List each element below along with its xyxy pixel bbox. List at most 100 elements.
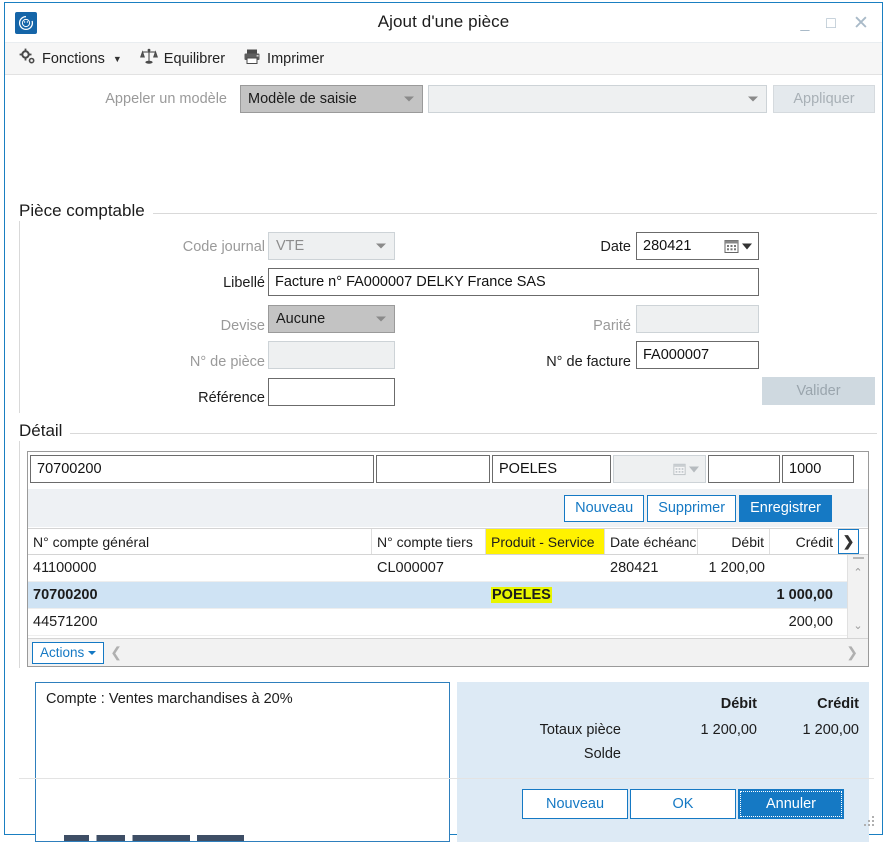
detail-group-divider: [19, 433, 877, 434]
chevron-down-icon: ▼: [113, 54, 122, 64]
cell-produit-service: [486, 555, 605, 581]
resize-grip[interactable]: [864, 816, 876, 828]
cell-date-echeance: [605, 609, 698, 635]
grid-nouveau-button[interactable]: Nouveau: [564, 495, 644, 522]
chevron-down-icon: [748, 97, 758, 102]
calendar-picker-button[interactable]: [724, 239, 752, 254]
apply-button[interactable]: Appliquer: [773, 85, 875, 113]
totals-debit-header: Débit: [721, 696, 757, 712]
footer-annuler-button[interactable]: Annuler: [738, 789, 844, 819]
calendar-icon: [724, 239, 739, 254]
chevron-down-icon: [742, 243, 752, 249]
edit-compte-general-input[interactable]: 70700200: [30, 455, 374, 483]
table-row[interactable]: 70700200 POELES 1 000,00: [28, 582, 847, 609]
numero-facture-input[interactable]: FA000007: [636, 341, 759, 369]
edit-date-echeance-input[interactable]: [613, 455, 706, 483]
footer-ok-button[interactable]: OK: [630, 789, 736, 819]
toolbar-equilibrer-label: Equilibrer: [164, 51, 225, 67]
column-header-date-echeance[interactable]: Date échéance: [605, 529, 698, 554]
code-journal-label: Code journal: [105, 239, 265, 255]
detail-grid-rows: 41100000 CL000007 280421 1 200,00 707002…: [28, 555, 847, 638]
piece-group-title: Pièce comptable: [19, 201, 153, 221]
detail-grid-buttons: Nouveau Supprimer Enregistrer: [28, 489, 868, 527]
toolbar-fonctions-button[interactable]: Fonctions ▼: [19, 48, 122, 69]
valider-button[interactable]: Valider: [762, 377, 875, 405]
detail-group-title: Détail: [19, 421, 70, 441]
numero-piece-label: N° de pièce: [125, 354, 265, 370]
toolbar-equilibrer-button[interactable]: Equilibrer: [140, 48, 225, 69]
edit-credit-input[interactable]: 1000: [782, 455, 854, 483]
parite-label: Parité: [505, 318, 631, 334]
model-select[interactable]: Modèle de saisie: [240, 85, 423, 113]
reference-input[interactable]: [268, 378, 395, 406]
model-name-select[interactable]: [428, 85, 767, 113]
taskbar-hint: [64, 835, 244, 841]
libelle-input[interactable]: Facture n° FA000007 DELKY France SAS: [268, 268, 759, 296]
totals-piece-label: Totaux pièce: [540, 722, 621, 738]
grid-footer: Actions ❮ ❯: [28, 638, 868, 666]
cell-compte-tiers: CL000007: [372, 555, 486, 581]
detail-grid-panel: 70700200 POELES: [27, 451, 869, 667]
devise-select[interactable]: Aucune: [268, 305, 395, 333]
cell-date-echeance: 280421: [605, 555, 698, 581]
minimize-button[interactable]: _: [792, 13, 818, 35]
detail-group-left-border: [19, 433, 20, 668]
scroll-up-icon[interactable]: ⌃: [848, 563, 868, 581]
cell-date-echeance: [605, 582, 698, 608]
title-bar: Ajout d'une pièce _ □ ✕: [5, 3, 882, 43]
chevron-down-icon: [376, 317, 386, 322]
scrollbar-thumb[interactable]: [853, 557, 864, 559]
toolbar: Fonctions ▼ Equilibrer: [5, 43, 882, 75]
grid-enregistrer-button[interactable]: Enregistrer: [739, 495, 832, 522]
column-header-compte-general[interactable]: N° compte général: [28, 529, 372, 554]
cell-produit-service-highlight: POELES: [491, 587, 552, 603]
edit-compte-tiers-input[interactable]: [376, 455, 490, 483]
reference-label: Référence: [125, 390, 265, 406]
date-input[interactable]: 280421: [636, 232, 759, 260]
scroll-left-icon[interactable]: ❮: [104, 644, 128, 661]
edit-produit-service-input[interactable]: POELES: [492, 455, 611, 483]
libelle-label: Libellé: [125, 275, 265, 291]
dialog-body: Appeler un modèle Modèle de saisie Appli…: [5, 75, 882, 834]
column-header-credit[interactable]: Crédit: [770, 529, 838, 554]
detail-edit-row: 70700200 POELES: [28, 452, 868, 486]
table-row[interactable]: 41100000 CL000007 280421 1 200,00: [28, 555, 847, 582]
scroll-down-icon[interactable]: ⌄: [848, 616, 868, 634]
column-header-debit[interactable]: Débit: [698, 529, 770, 554]
edit-debit-input[interactable]: [708, 455, 780, 483]
devise-value: Aucune: [276, 311, 325, 327]
window-title: Ajout d'une pièce: [5, 12, 882, 32]
actions-button-label: Actions: [40, 645, 84, 660]
scales-icon: [140, 48, 158, 69]
chevron-down-icon: [376, 244, 386, 249]
chevron-right-icon[interactable]: ❯: [838, 529, 859, 554]
table-row[interactable]: 44571200 200,00: [28, 609, 847, 636]
close-button[interactable]: ✕: [848, 13, 874, 35]
numero-piece-input[interactable]: [268, 341, 395, 369]
actions-button[interactable]: Actions: [32, 642, 104, 664]
totals-piece-debit: 1 200,00: [701, 722, 757, 738]
dialog-window: Ajout d'une pièce _ □ ✕ Fonctions: [4, 2, 883, 835]
toolbar-imprimer-button[interactable]: Imprimer: [243, 48, 324, 69]
column-header-produit-service[interactable]: Produit - Service: [486, 529, 605, 554]
grid-supprimer-button[interactable]: Supprimer: [647, 495, 736, 522]
scroll-right-icon[interactable]: ❯: [840, 644, 864, 661]
cell-credit: [770, 555, 838, 581]
model-select-value: Modèle de saisie: [248, 91, 357, 107]
cell-compte-general: 41100000: [28, 555, 372, 581]
toolbar-imprimer-label: Imprimer: [267, 51, 324, 67]
grid-vertical-scrollbar[interactable]: ⌃ ⌄: [847, 555, 868, 638]
column-header-compte-tiers[interactable]: N° compte tiers: [372, 529, 486, 554]
cell-debit: [698, 609, 770, 635]
totals-solde-label: Solde: [584, 746, 621, 762]
devise-label: Devise: [125, 318, 265, 334]
cell-compte-general: 44571200: [28, 609, 372, 635]
chevron-down-icon: [88, 651, 96, 655]
maximize-button[interactable]: □: [818, 13, 844, 35]
detail-grid-header: N° compte général N° compte tiers Produi…: [28, 528, 868, 555]
code-journal-value: VTE: [276, 238, 304, 254]
cell-produit-service: [486, 609, 605, 635]
parite-input[interactable]: [636, 305, 759, 333]
code-journal-select[interactable]: VTE: [268, 232, 395, 260]
footer-nouveau-button[interactable]: Nouveau: [522, 789, 628, 819]
